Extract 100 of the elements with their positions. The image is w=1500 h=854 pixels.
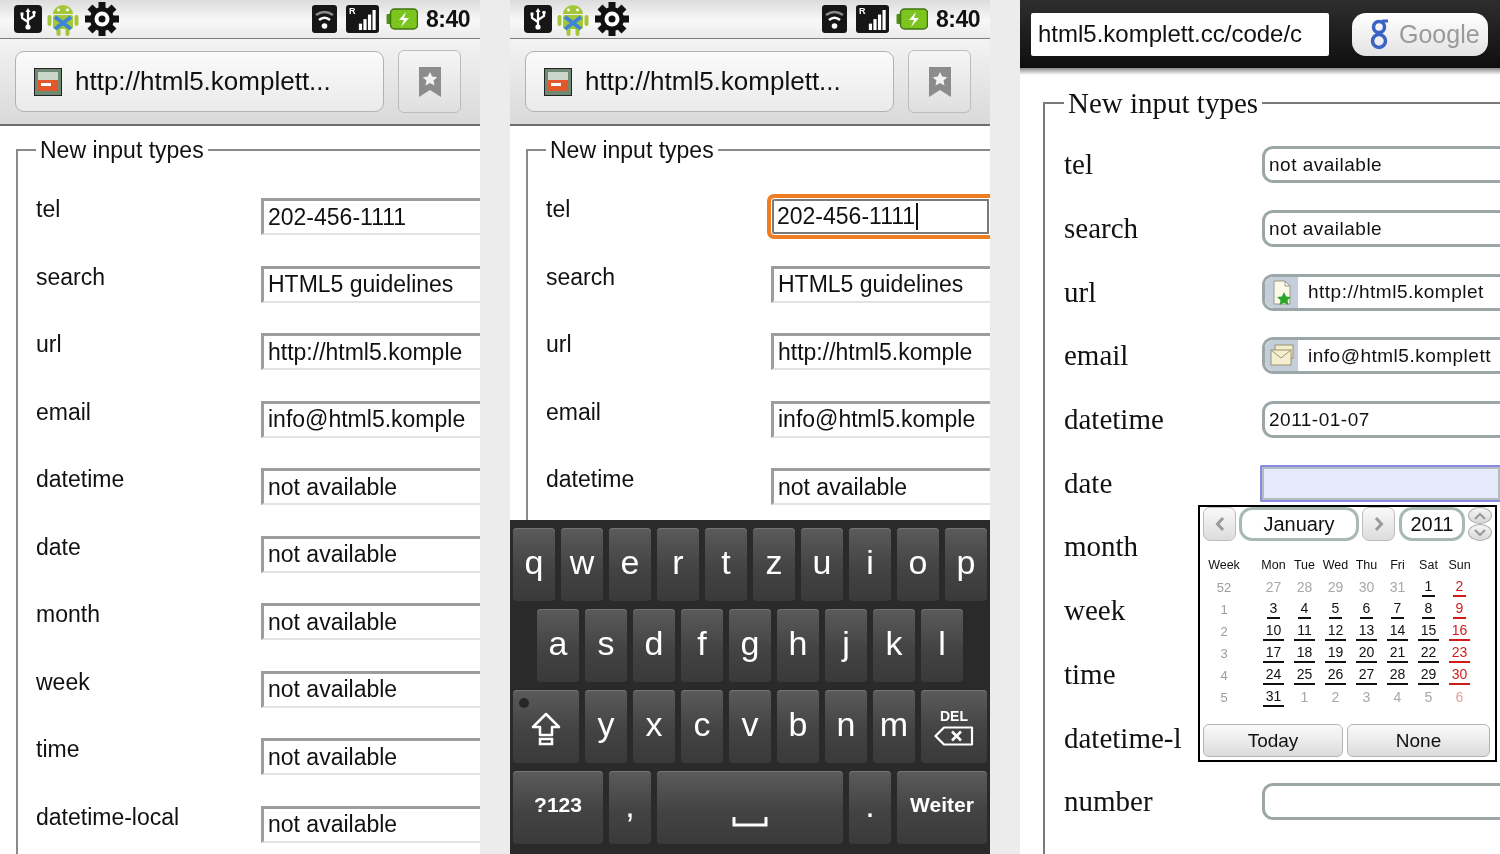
calendar-day[interactable]: 14 bbox=[1386, 621, 1409, 641]
input-field[interactable]: not available bbox=[261, 670, 480, 708]
calendar-day[interactable]: 1 bbox=[1421, 577, 1436, 597]
input-field[interactable]: not available bbox=[261, 603, 480, 641]
input-field[interactable] bbox=[1260, 464, 1500, 502]
keyboard-key[interactable]: f bbox=[681, 609, 723, 682]
calendar-day[interactable]: 30 bbox=[1448, 665, 1471, 685]
previous-month-button[interactable] bbox=[1203, 507, 1236, 541]
input-field[interactable]: not available bbox=[771, 468, 990, 506]
keyboard-key[interactable]: t bbox=[705, 528, 747, 601]
calendar-day[interactable]: 12 bbox=[1324, 621, 1347, 641]
shift-key[interactable] bbox=[513, 690, 579, 763]
calendar-day[interactable]: 27 bbox=[1355, 665, 1378, 685]
keyboard-key[interactable]: r bbox=[657, 528, 699, 601]
delete-key[interactable]: DEL bbox=[921, 690, 987, 763]
input-field[interactable]: 202-456-1111 bbox=[767, 194, 990, 240]
keyboard-key[interactable]: o bbox=[897, 528, 939, 601]
keyboard-key[interactable]: h bbox=[777, 609, 819, 682]
keyboard-key[interactable]: , bbox=[609, 771, 651, 844]
keyboard-key[interactable]: z bbox=[753, 528, 795, 601]
keyboard-key[interactable]: e bbox=[609, 528, 651, 601]
keyboard-key[interactable]: w bbox=[561, 528, 603, 601]
url-field[interactable]: http://html5.komplett... bbox=[15, 51, 384, 112]
input-field[interactable]: not available bbox=[1262, 210, 1500, 248]
keyboard-key[interactable]: . bbox=[849, 771, 891, 844]
bookmark-button[interactable] bbox=[908, 50, 971, 113]
calendar-action-button[interactable]: Today bbox=[1203, 724, 1343, 757]
calendar-day[interactable]: 28 bbox=[1386, 665, 1409, 685]
keyboard-key[interactable]: d bbox=[633, 609, 675, 682]
calendar-day[interactable]: 22 bbox=[1417, 643, 1440, 663]
input-field[interactable]: info@html5.komple bbox=[771, 400, 990, 438]
calendar-day[interactable]: 10 bbox=[1262, 621, 1285, 641]
keyboard-key[interactable]: y bbox=[585, 690, 627, 763]
input-field[interactable]: http://html5.komple bbox=[771, 333, 990, 371]
input-field[interactable]: not available bbox=[261, 738, 480, 776]
keyboard-key[interactable]: a bbox=[537, 609, 579, 682]
calendar-day[interactable]: 20 bbox=[1355, 643, 1378, 663]
calendar-day[interactable]: 24 bbox=[1262, 665, 1285, 685]
keyboard-key[interactable]: l bbox=[921, 609, 963, 682]
keyboard-key[interactable]: q bbox=[513, 528, 555, 601]
calendar-day[interactable]: 7 bbox=[1390, 599, 1405, 619]
keyboard-key[interactable]: b bbox=[777, 690, 819, 763]
keyboard-key[interactable]: k bbox=[873, 609, 915, 682]
calendar-day[interactable]: 31 bbox=[1262, 687, 1285, 707]
calendar-day[interactable]: 25 bbox=[1293, 665, 1316, 685]
calendar-day[interactable]: 8 bbox=[1421, 599, 1436, 619]
input-field[interactable] bbox=[1262, 783, 1500, 821]
calendar-day[interactable]: 3 bbox=[1266, 599, 1281, 619]
keyboard-key[interactable]: u bbox=[801, 528, 843, 601]
bookmark-button[interactable] bbox=[398, 50, 461, 113]
input-field[interactable]: not available bbox=[261, 535, 480, 573]
calendar-day[interactable]: 16 bbox=[1448, 621, 1471, 641]
keyboard-key[interactable]: s bbox=[585, 609, 627, 682]
calendar-day[interactable]: 21 bbox=[1386, 643, 1409, 663]
calendar-day[interactable]: 15 bbox=[1417, 621, 1440, 641]
calendar-day[interactable]: 9 bbox=[1452, 599, 1467, 619]
calendar-day[interactable]: 13 bbox=[1355, 621, 1378, 641]
calendar-day[interactable]: 5 bbox=[1328, 599, 1343, 619]
keyboard-key[interactable]: i bbox=[849, 528, 891, 601]
month-field[interactable]: January bbox=[1239, 507, 1359, 541]
next-month-button[interactable] bbox=[1362, 507, 1395, 541]
year-field[interactable]: 2011 bbox=[1399, 507, 1465, 541]
input-field[interactable]: info@html5.komplett bbox=[1262, 337, 1500, 375]
calendar-day[interactable]: 11 bbox=[1294, 621, 1315, 641]
keyboard-key[interactable]: x bbox=[633, 690, 675, 763]
input-field[interactable]: http://html5.komplet bbox=[1262, 273, 1500, 311]
input-field[interactable]: not available bbox=[1262, 146, 1500, 184]
input-field[interactable]: info@html5.komple bbox=[261, 400, 480, 438]
url-field[interactable]: http://html5.komplett... bbox=[525, 51, 894, 112]
week-number: 5 bbox=[1219, 689, 1229, 705]
calendar-day[interactable]: 26 bbox=[1324, 665, 1347, 685]
keyboard-key[interactable]: c bbox=[681, 690, 723, 763]
keyboard-key[interactable]: g bbox=[729, 609, 771, 682]
input-field[interactable]: HTML5 guidelines bbox=[771, 265, 990, 303]
space-key[interactable] bbox=[657, 771, 843, 844]
url-field[interactable]: html5.komplett.cc/code/c bbox=[1031, 12, 1329, 56]
input-field[interactable]: HTML5 guidelines bbox=[261, 265, 480, 303]
keyboard-key[interactable]: Weiter bbox=[897, 771, 987, 844]
keyboard-key[interactable]: ?123 bbox=[513, 771, 603, 844]
input-field[interactable]: 2011-01-07 bbox=[1262, 401, 1500, 439]
year-down-button[interactable] bbox=[1468, 524, 1492, 541]
calendar-day[interactable]: 4 bbox=[1297, 599, 1312, 619]
calendar-day[interactable]: 29 bbox=[1417, 665, 1440, 685]
input-field[interactable]: 202-456-1111 bbox=[261, 198, 480, 236]
input-field[interactable]: not available bbox=[261, 805, 480, 843]
keyboard-key[interactable]: m bbox=[873, 690, 915, 763]
calendar-action-button[interactable]: None bbox=[1347, 724, 1490, 757]
keyboard-key[interactable]: j bbox=[825, 609, 867, 682]
keyboard-key[interactable]: p bbox=[945, 528, 987, 601]
calendar-day[interactable]: 6 bbox=[1359, 599, 1374, 619]
input-field[interactable]: not available bbox=[261, 468, 480, 506]
calendar-day[interactable]: 2 bbox=[1452, 577, 1467, 597]
keyboard-key[interactable]: v bbox=[729, 690, 771, 763]
calendar-day[interactable]: 17 bbox=[1262, 643, 1285, 663]
keyboard-key[interactable]: n bbox=[825, 690, 867, 763]
input-field[interactable]: http://html5.komple bbox=[261, 333, 480, 371]
calendar-day[interactable]: 23 bbox=[1448, 643, 1471, 663]
calendar-day[interactable]: 19 bbox=[1324, 643, 1347, 663]
year-up-button[interactable] bbox=[1468, 507, 1492, 524]
calendar-day[interactable]: 18 bbox=[1293, 643, 1316, 663]
